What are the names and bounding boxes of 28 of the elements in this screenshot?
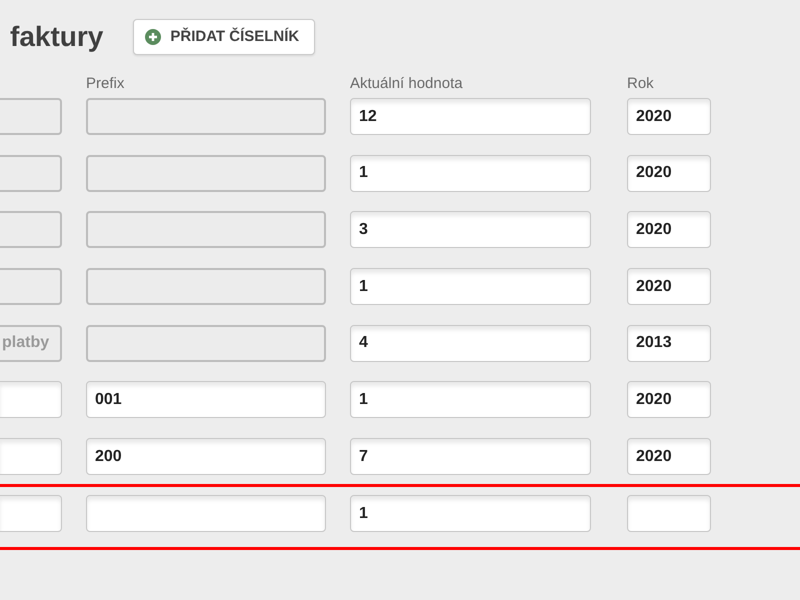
year-field[interactable]: 2020 — [627, 154, 711, 192]
value-field[interactable]: 1 — [350, 154, 591, 192]
year-field[interactable] — [627, 495, 711, 532]
year-field[interactable]: 2020 — [627, 381, 711, 418]
column-header: Aktuální hodnota — [350, 75, 463, 92]
add-codelist-button[interactable]: PŘIDAT ČÍSELNÍK — [133, 19, 316, 55]
value-field[interactable]: 12 — [350, 98, 591, 135]
year-field[interactable]: 2020 — [627, 211, 711, 248]
year-field[interactable]: 2020 — [627, 268, 711, 306]
value-field[interactable]: 1 — [350, 268, 591, 306]
text-field[interactable] — [0, 381, 62, 418]
prefix-field[interactable]: 200 — [86, 438, 326, 476]
column-header: Rok — [627, 75, 654, 92]
value-field[interactable]: 4 — [350, 324, 591, 362]
prefix-field[interactable] — [86, 495, 326, 532]
text-field[interactable] — [0, 495, 62, 532]
page-title: faktury — [10, 20, 104, 54]
column-header: Prefix — [86, 75, 124, 92]
year-field[interactable]: 2020 — [627, 98, 711, 135]
year-field[interactable]: 2013 — [627, 324, 711, 362]
text-field[interactable] — [0, 438, 62, 476]
value-field[interactable]: 3 — [350, 211, 591, 248]
value-field[interactable]: 1 — [350, 495, 591, 532]
plus-circle-icon — [145, 29, 162, 45]
value-field[interactable]: 1 — [350, 381, 591, 418]
prefix-field[interactable]: 001 — [86, 381, 326, 418]
value-field[interactable]: 7 — [350, 438, 591, 476]
year-field[interactable]: 2020 — [627, 438, 711, 476]
